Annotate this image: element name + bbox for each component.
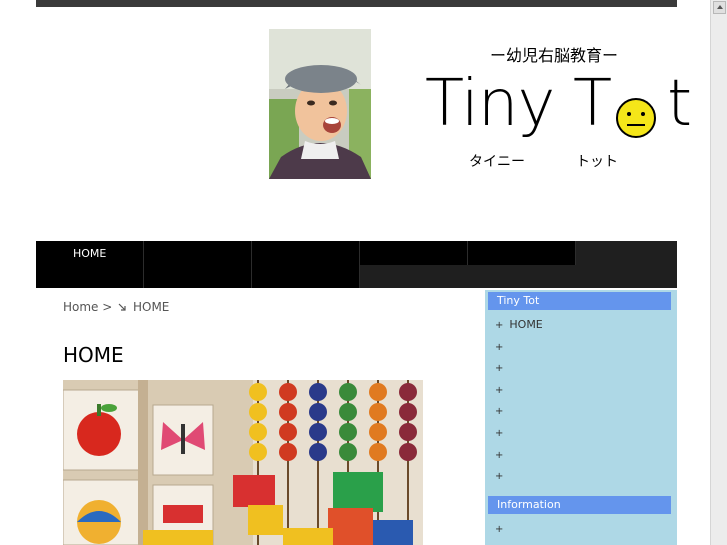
sidebar-item-home[interactable]: + HOME [495, 318, 543, 331]
smiley-icon [616, 98, 656, 138]
bullet-icon: + [495, 524, 504, 535]
nav-item-2[interactable] [144, 241, 252, 288]
sidebar-item-2[interactable]: + [495, 340, 509, 353]
logo-letter-t-end: t [667, 67, 692, 141]
sidebar-item-7[interactable]: + [495, 448, 509, 461]
sidebar-item-4[interactable]: + [495, 383, 509, 396]
logo-wordmark: Tiny T t [425, 72, 692, 136]
sidebar-item-6[interactable]: + [495, 426, 509, 439]
sidebar-item-label: HOME [509, 318, 543, 331]
sidebar-info-item-1[interactable]: + [495, 522, 509, 535]
bullet-icon: + [495, 342, 504, 353]
arrow-down-right-icon [118, 303, 126, 311]
top-bar [36, 0, 677, 7]
bullet-icon: + [495, 385, 504, 396]
toys-photo [63, 380, 423, 545]
sidebar-heading-information: Information [488, 496, 671, 514]
breadcrumb-current: HOME [132, 300, 170, 314]
sidebar-item-8[interactable]: + [495, 469, 509, 482]
nav-item-4[interactable] [360, 241, 468, 265]
bullet-icon: + [495, 428, 504, 439]
logo-word-tiny: Tiny [425, 67, 555, 141]
bullet-icon: + [495, 471, 504, 482]
sidebar: Tiny Tot + HOME + + + + + + + Information… [485, 290, 677, 545]
sidebar-heading-tiny-tot: Tiny Tot [488, 292, 671, 310]
bullet-icon: + [495, 320, 504, 331]
vertical-scrollbar[interactable] [710, 0, 727, 545]
main-nav: HOME [36, 241, 677, 288]
bullet-icon: + [495, 406, 504, 417]
nav-item-home[interactable]: HOME [36, 241, 144, 288]
logo-kana-tot: トット [576, 154, 618, 170]
logo-subtitle: ー幼児右脳教育ー [490, 46, 619, 65]
logo-letter-t: T [573, 67, 612, 141]
scroll-up-arrow-icon[interactable] [713, 1, 726, 14]
breadcrumb-separator: > [102, 300, 113, 314]
page-title: HOME [63, 343, 124, 367]
nav-item-label: HOME [73, 247, 107, 260]
breadcrumb: Home > HOME [63, 300, 169, 314]
bullet-icon: + [495, 363, 504, 374]
sidebar-item-5[interactable]: + [495, 404, 509, 417]
logo-kana-tiny: タイニー [469, 154, 525, 170]
child-photo [269, 29, 371, 179]
sidebar-item-3[interactable]: + [495, 361, 509, 374]
bullet-icon: + [495, 450, 504, 461]
nav-item-3[interactable] [252, 241, 360, 288]
nav-item-5[interactable] [468, 241, 576, 265]
breadcrumb-home-link[interactable]: Home [63, 300, 98, 314]
site-logo[interactable]: ー幼児右脳教育ー Tiny T t タイニー トット [425, 40, 695, 175]
